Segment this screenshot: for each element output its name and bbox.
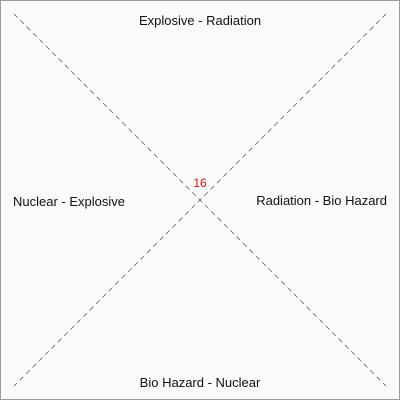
center-value: 16 <box>193 176 207 190</box>
zone-label-radiation-bio-hazard[interactable]: Radiation - Bio Hazard <box>256 193 387 208</box>
zone-label-bio-hazard-nuclear[interactable]: Bio Hazard - Nuclear <box>0 375 400 390</box>
zone-label-nuclear-explosive[interactable]: Nuclear - Explosive <box>13 194 125 209</box>
zone-label-explosive-radiation[interactable]: Explosive - Radiation <box>0 13 400 28</box>
